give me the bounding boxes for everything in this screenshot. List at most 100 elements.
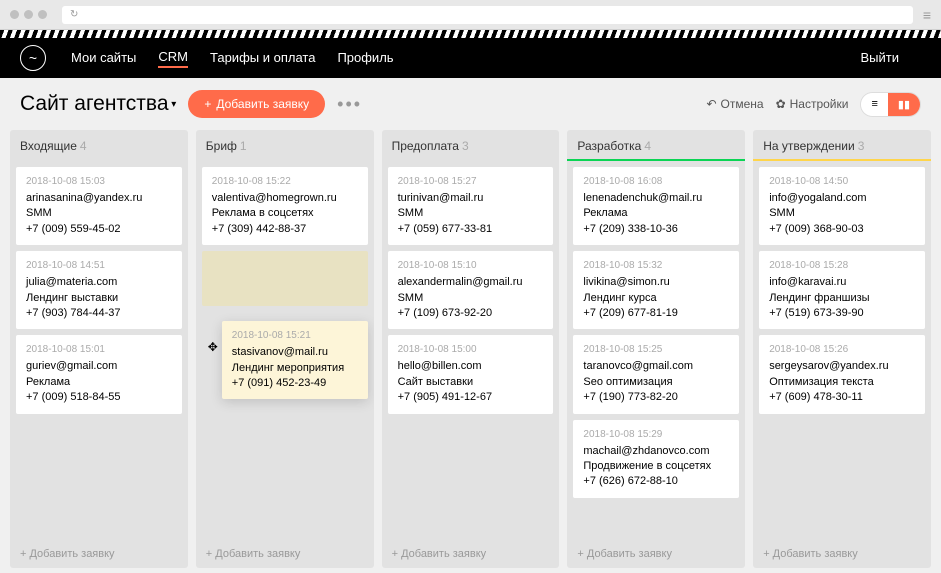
lead-card[interactable]: 2018-10-08 15:10alexandermalin@gmail.ruS… bbox=[388, 251, 554, 329]
card-email: machail@zhdanovco.com bbox=[583, 444, 729, 459]
column-body[interactable]: 2018-10-08 15:27turinivan@mail.ruSMM+7 (… bbox=[382, 167, 560, 540]
site-selector[interactable]: Сайт агентства bbox=[20, 92, 176, 116]
card-email: guriev@gmail.com bbox=[26, 359, 172, 374]
drop-placeholder bbox=[202, 251, 368, 306]
column-body[interactable]: 2018-10-08 14:50info@yogaland.comSMM+7 (… bbox=[753, 167, 931, 540]
view-list-button[interactable]: ≡ bbox=[861, 93, 887, 116]
settings-button[interactable]: ✿Настройки bbox=[776, 97, 849, 111]
url-bar[interactable]: ↻ bbox=[62, 6, 913, 24]
card-email: lenenadenchuk@mail.ru bbox=[583, 191, 729, 206]
gear-icon: ✿ bbox=[776, 97, 786, 111]
card-phone: +7 (091) 452-23-49 bbox=[232, 376, 358, 391]
column-title: Разработка bbox=[577, 139, 641, 153]
lead-card[interactable]: 2018-10-08 15:28info@karavai.ruЛендинг ф… bbox=[759, 251, 925, 329]
card-phone: +7 (009) 518-84-55 bbox=[26, 390, 172, 405]
lead-card[interactable]: 2018-10-08 15:01guriev@gmail.comРеклама+… bbox=[16, 335, 182, 413]
card-tag: Реклама bbox=[26, 375, 172, 390]
card-tag: SMM bbox=[769, 206, 915, 221]
lead-card[interactable]: 2018-10-08 15:03arinasanina@yandex.ruSMM… bbox=[16, 167, 182, 245]
lead-card[interactable]: 2018-10-08 14:51julia@materia.comЛендинг… bbox=[16, 251, 182, 329]
cancel-button[interactable]: ↶Отмена bbox=[706, 97, 763, 111]
column: Входящие4 2018-10-08 15:03arinasanina@yan… bbox=[10, 130, 188, 568]
card-phone: +7 (209) 677-81-19 bbox=[583, 306, 729, 321]
card-date: 2018-10-08 15:10 bbox=[398, 259, 544, 273]
lead-card[interactable]: 2018-10-08 15:29 machail@zhdanovco.comПро… bbox=[573, 420, 739, 498]
nav-item[interactable]: Профиль bbox=[337, 50, 393, 67]
board-icon: ▮▮ bbox=[898, 98, 910, 111]
card-phone: +7 (309) 442-88-37 bbox=[212, 222, 358, 237]
add-lead-button[interactable]: +Добавить заявку bbox=[188, 90, 325, 118]
list-icon: ≡ bbox=[871, 98, 877, 110]
column-body[interactable]: 2018-10-08 15:03arinasanina@yandex.ruSMM… bbox=[10, 167, 188, 540]
column-header: Входящие4 bbox=[10, 130, 188, 159]
card-date: 2018-10-08 14:51 bbox=[26, 259, 172, 273]
column-title: Входящие bbox=[20, 139, 77, 153]
pattern-strip bbox=[0, 30, 941, 38]
lead-card[interactable]: 2018-10-08 15:27turinivan@mail.ruSMM+7 (… bbox=[388, 167, 554, 245]
card-tag: Продвижение в соцсетях bbox=[583, 459, 729, 474]
dot bbox=[38, 10, 47, 19]
column-body[interactable]: 2018-10-08 16:08lenenadenchuk@mail.ruРек… bbox=[567, 167, 745, 540]
card-date: 2018-10-08 15:25 bbox=[583, 343, 729, 357]
card-email: info@yogaland.com bbox=[769, 191, 915, 206]
lead-card[interactable]: 2018-10-08 14:50info@yogaland.comSMM+7 (… bbox=[759, 167, 925, 245]
card-tag: Лендинг курса bbox=[583, 291, 729, 306]
column-count: 4 bbox=[80, 139, 87, 153]
window-controls[interactable] bbox=[10, 10, 47, 19]
add-card-button[interactable]: + Добавить заявку bbox=[382, 540, 560, 568]
lead-card[interactable]: 2018-10-08 15:26sergeysarov@yandex.ruОпт… bbox=[759, 335, 925, 413]
card-date: 2018-10-08 14:50 bbox=[769, 175, 915, 189]
dot bbox=[24, 10, 33, 19]
card-email: info@karavai.ru bbox=[769, 275, 915, 290]
column: Предоплата3 2018-10-08 15:27turinivan@mai… bbox=[382, 130, 560, 568]
add-card-button[interactable]: + Добавить заявку bbox=[567, 540, 745, 568]
add-card-button[interactable]: + Добавить заявку bbox=[10, 540, 188, 568]
card-date: 2018-10-08 15:21 bbox=[232, 329, 358, 343]
lead-card-dragging[interactable]: ✥2018-10-08 15:21stasivanov@mail.ruЛенди… bbox=[222, 321, 368, 399]
card-email: julia@materia.com bbox=[26, 275, 172, 290]
column-header: Предоплата3 bbox=[382, 130, 560, 159]
browser-chrome: ↻ ≡ bbox=[0, 0, 941, 30]
card-date: 2018-10-08 15:00 bbox=[398, 343, 544, 357]
view-toggle: ≡ ▮▮ bbox=[860, 92, 921, 117]
column-body[interactable]: 2018-10-08 15:22 valentiva@homegrown.ruРе… bbox=[196, 167, 374, 540]
card-tag: Реклама bbox=[583, 206, 729, 221]
toolbar: Сайт агентства +Добавить заявку ••• ↶Отм… bbox=[0, 78, 941, 130]
column-bar bbox=[10, 159, 188, 161]
column-bar bbox=[196, 159, 374, 161]
plus-icon: + bbox=[204, 97, 211, 111]
card-phone: +7 (209) 338-10-36 bbox=[583, 222, 729, 237]
add-card-button[interactable]: + Добавить заявку bbox=[196, 540, 374, 568]
lead-card[interactable]: 2018-10-08 15:25taranovco@gmail.comSeo о… bbox=[573, 335, 739, 413]
main-nav: ~ Мои сайты CRM Тарифы и оплата Профиль Вый… bbox=[0, 38, 941, 78]
column: Разработка42018-10-08 16:08lenenadenchuk… bbox=[567, 130, 745, 568]
card-date: 2018-10-08 15:29 bbox=[583, 428, 729, 442]
card-email: valentiva@homegrown.ru bbox=[212, 191, 358, 206]
view-board-button[interactable]: ▮▮ bbox=[888, 93, 920, 116]
card-date: 2018-10-08 15:26 bbox=[769, 343, 915, 357]
logout-link[interactable]: Выйти bbox=[861, 50, 900, 67]
lead-card[interactable]: 2018-10-08 15:00hello@billen.comСайт выс… bbox=[388, 335, 554, 413]
card-phone: +7 (626) 672-88-10 bbox=[583, 474, 729, 489]
card-email: livikina@simon.ru bbox=[583, 275, 729, 290]
nav-item[interactable]: CRM bbox=[158, 49, 188, 68]
column-count: 3 bbox=[858, 139, 865, 153]
add-card-button[interactable]: + Добавить заявку bbox=[753, 540, 931, 568]
tilda-logo[interactable]: ~ bbox=[20, 45, 46, 71]
lead-card[interactable]: 2018-10-08 16:08lenenadenchuk@mail.ruРек… bbox=[573, 167, 739, 245]
lead-card[interactable]: 2018-10-08 15:22 valentiva@homegrown.ruРе… bbox=[202, 167, 368, 245]
card-tag: Сайт выставки bbox=[398, 375, 544, 390]
more-menu[interactable]: ••• bbox=[337, 94, 362, 115]
dot bbox=[10, 10, 19, 19]
card-date: 2018-10-08 15:22 bbox=[212, 175, 358, 189]
kanban-board: Входящие4 2018-10-08 15:03arinasanina@yan… bbox=[0, 130, 941, 568]
card-tag: Реклама в соцсетях bbox=[212, 206, 358, 221]
move-cursor-icon: ✥ bbox=[208, 339, 218, 356]
nav-item[interactable]: Тарифы и оплата bbox=[210, 50, 315, 67]
menu-icon[interactable]: ≡ bbox=[923, 7, 931, 23]
column-header: На утверждении3 bbox=[753, 130, 931, 159]
nav-item[interactable]: Мои сайты bbox=[71, 50, 136, 67]
lead-card[interactable]: 2018-10-08 15:32livikina@simon.ruЛендинг… bbox=[573, 251, 739, 329]
column-title: Бриф bbox=[206, 139, 237, 153]
column: На утверждении3 2018-10-08 14:50 info@yoga… bbox=[753, 130, 931, 568]
